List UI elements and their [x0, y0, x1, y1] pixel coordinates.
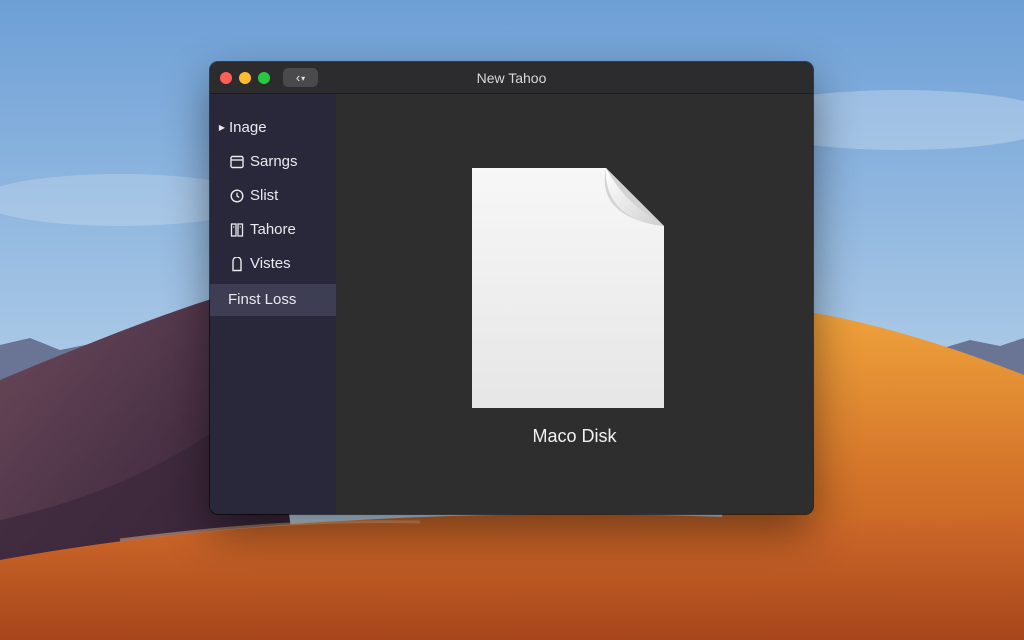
chevron-left-icon: ‹ — [295, 70, 301, 85]
title-bar[interactable]: New Tahoo ‹▾ — [210, 62, 813, 94]
sidebar-item-label: Vistes — [250, 255, 291, 272]
sidebar-item-label: Inage — [229, 119, 267, 136]
back-button[interactable]: ‹▾ — [283, 68, 318, 87]
calendar-icon — [229, 146, 245, 178]
sidebar-item-tahore[interactable]: Tahore — [210, 214, 336, 246]
sidebar-item-label: Tahore — [250, 221, 296, 238]
sidebar-item-finst-loss[interactable]: Finst Loss — [210, 284, 336, 316]
tag-icon — [229, 248, 245, 280]
columns-icon — [229, 214, 245, 246]
sidebar-item-label: Finst Loss — [228, 291, 297, 308]
chevron-down-icon: ▾ — [301, 74, 306, 84]
sidebar-item-sarngs[interactable]: Sarngs — [210, 146, 336, 178]
sidebar-item-slist[interactable]: Slist — [210, 180, 336, 212]
content-area: Maco Disk — [336, 94, 813, 514]
sidebar-item-inage[interactable]: ▶ Inage — [210, 112, 336, 144]
sidebar: ▶ Inage Sarngs Slist Tahore Vistes Finst… — [210, 94, 336, 514]
disclosure-triangle-icon[interactable]: ▶ — [217, 112, 227, 144]
finder-window: New Tahoo ‹▾ ▶ Inage Sarngs Slist Tahore — [210, 62, 813, 514]
sidebar-item-vistes[interactable]: Vistes — [210, 248, 336, 280]
file-name-label[interactable]: Maco Disk — [336, 426, 813, 447]
sidebar-item-label: Slist — [250, 187, 279, 204]
clock-icon — [229, 180, 245, 212]
sidebar-item-label: Sarngs — [250, 153, 298, 170]
document-icon[interactable] — [472, 168, 664, 408]
